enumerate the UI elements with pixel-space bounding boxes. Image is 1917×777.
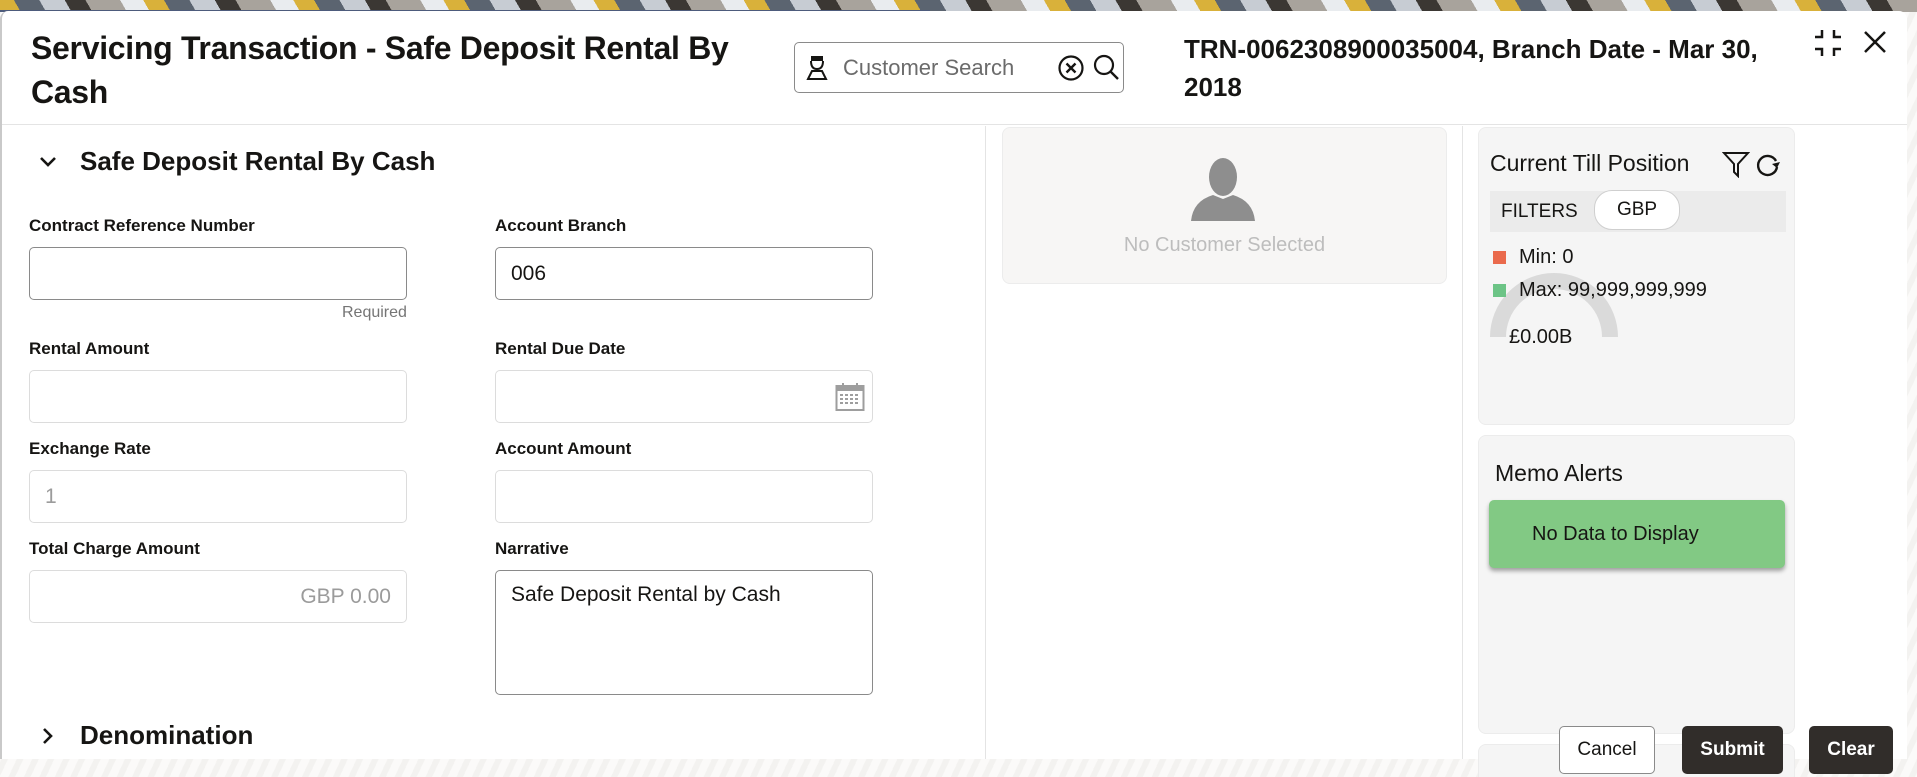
customer-search-input[interactable] [843,53,1053,83]
close-icon[interactable] [1862,29,1888,55]
collapse-icon[interactable] [1812,27,1844,59]
rental-amount-label: Rental Amount [29,339,150,358]
rental-amount-input[interactable] [29,370,407,423]
customer-avatar-icon [1191,158,1255,221]
memo-alerts-card: Memo Alerts No Data to Display [1478,435,1795,734]
total-charge-label: Total Charge Amount [29,539,200,558]
submit-button[interactable]: Submit [1682,726,1783,774]
account-amount-input[interactable] [495,470,873,523]
legend-max-swatch [1493,284,1506,297]
form-area: Safe Deposit Rental By Cash Contract Ref… [2,126,986,759]
refresh-icon[interactable] [1755,152,1781,178]
legend-min: Min: 0 [1493,246,1573,269]
memo-alerts-title: Memo Alerts [1495,460,1623,486]
filters-bar: FILTERS GBP [1490,190,1786,232]
narrative-textarea[interactable]: Safe Deposit Rental by Cash [495,570,873,695]
till-position-card: Current Till Position FILTERS GBP Min: 0… [1478,127,1795,425]
column-divider [1462,126,1463,759]
section-header-main[interactable]: Safe Deposit Rental By Cash [38,146,435,177]
clear-circle-icon[interactable] [1057,54,1085,82]
customer-card: No Customer Selected [1002,127,1447,284]
currency-filter-chip[interactable]: GBP [1594,190,1680,230]
rental-due-date-input[interactable] [495,370,873,423]
legend-min-swatch [1493,251,1506,264]
legend-max: Max: 99,999,999,999 [1493,279,1707,302]
account-branch-input[interactable]: 006 [495,247,873,300]
gauge-value: £0.00B [1509,326,1573,348]
legend-max-label: Max: 99,999,999,999 [1519,279,1707,301]
filter-icon[interactable] [1722,150,1750,178]
section-title: Safe Deposit Rental By Cash [80,146,436,176]
narrative-label: Narrative [495,539,569,558]
section-header-denomination[interactable]: Denomination [38,720,253,751]
contract-reference-label: Contract Reference Number [29,216,255,235]
section-title: Denomination [80,720,254,750]
cancel-button[interactable]: Cancel [1559,726,1655,774]
rental-due-date-label: Rental Due Date [495,339,626,358]
filters-label: FILTERS [1501,201,1578,222]
exchange-rate-input[interactable]: 1 [29,470,407,523]
panel-header: Servicing Transaction - Safe Deposit Ren… [2,11,1907,125]
account-amount-label: Account Amount [495,439,632,458]
customer-icon [806,56,828,80]
chevron-right-icon [43,727,53,744]
contract-reference-input[interactable] [29,247,407,300]
chevron-down-icon [40,156,56,167]
account-branch-label: Account Branch [495,216,627,235]
no-customer-text: No Customer Selected [1123,234,1326,256]
transaction-info: TRN-0062308900035004, Branch Date - Mar … [1184,34,1758,102]
customer-search[interactable] [794,42,1124,93]
calendar-icon[interactable] [835,382,865,412]
memo-alerts-empty: No Data to Display [1489,500,1785,568]
required-helper: Required [342,304,407,321]
search-icon[interactable] [1092,53,1120,81]
total-charge-input[interactable]: GBP 0.00 [29,570,407,623]
page-title: Servicing Transaction - Safe Deposit Ren… [31,30,729,110]
transaction-panel: Servicing Transaction - Safe Deposit Ren… [0,11,1907,777]
till-position-title: Current Till Position [1490,150,1690,176]
legend-min-label: Min: 0 [1519,246,1574,268]
clear-button[interactable]: Clear [1809,726,1893,774]
exchange-rate-label: Exchange Rate [29,439,151,458]
